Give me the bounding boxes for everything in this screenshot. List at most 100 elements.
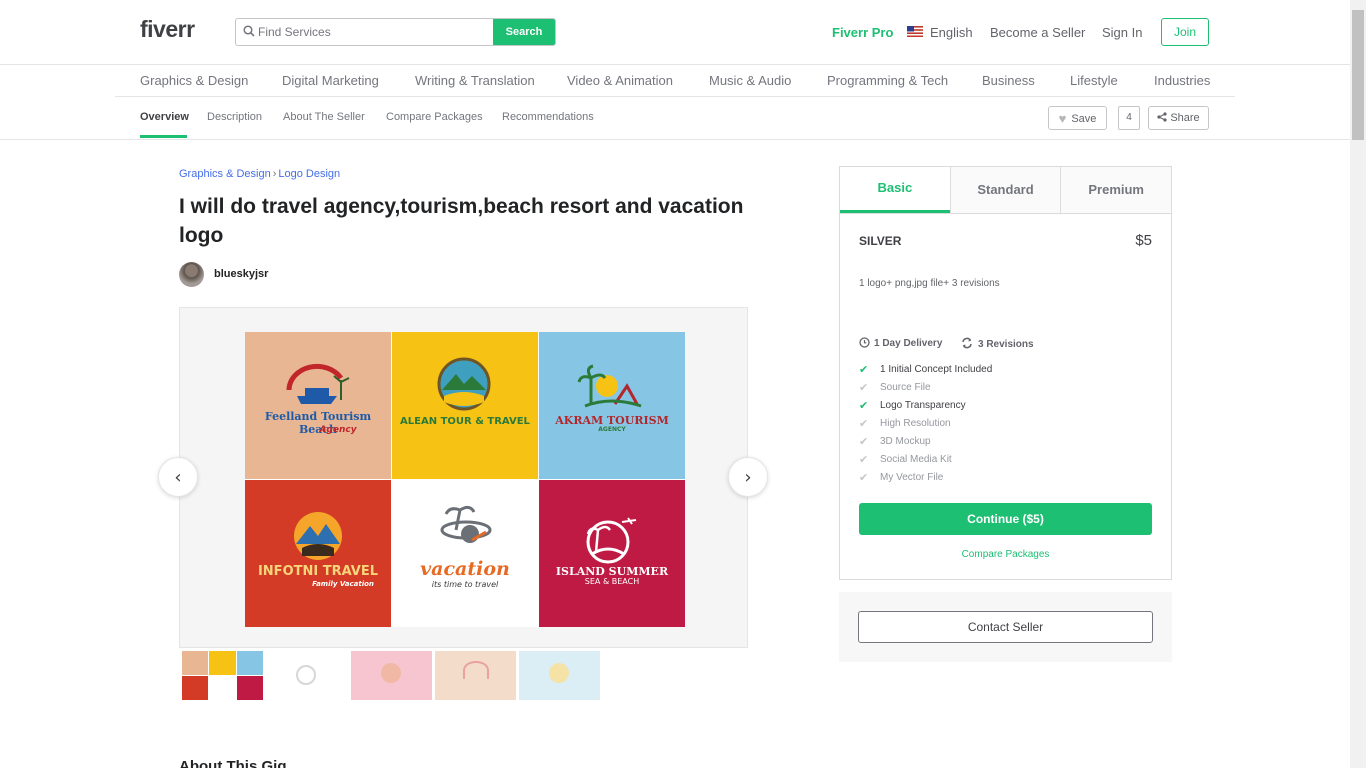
tab-recommendations[interactable]: Recommendations xyxy=(502,111,594,123)
cruise-ship-icon xyxy=(286,363,350,404)
gallery-prev-button[interactable]: ‹ xyxy=(158,457,198,497)
package-description: 1 logo+ png,jpg file+ 3 revisions xyxy=(859,278,1000,289)
page-scrollbar[interactable] xyxy=(1350,0,1366,768)
check-icon: ✔ xyxy=(859,400,869,412)
feature-item: ✔ Source File xyxy=(859,382,931,394)
mountain-sun-icon xyxy=(294,512,342,560)
mountain-badge-icon xyxy=(437,357,491,411)
sign-in-link[interactable]: Sign In xyxy=(1102,25,1142,40)
top-header: fiverr Search Fiverr Pro English Become … xyxy=(0,0,1350,65)
become-seller-link[interactable]: Become a Seller xyxy=(990,25,1085,40)
delivery-label: 1 Day Delivery xyxy=(874,338,943,349)
tab-basic[interactable]: Basic xyxy=(840,167,950,213)
logo-tile-feelland: Feelland Tourism Beach Agency xyxy=(245,332,391,479)
island-plane-icon xyxy=(440,505,492,543)
logo-tile-alean: ALEAN TOUR & TRAVEL xyxy=(392,332,538,479)
thumbnail-2[interactable] xyxy=(266,651,347,700)
feature-item: ✔ 3D Mockup xyxy=(859,436,931,448)
thumbnail-5[interactable] xyxy=(519,651,600,700)
check-icon: ✔ xyxy=(859,364,869,376)
logo-akram-sub: AGENCY xyxy=(598,426,626,433)
tab-overview[interactable]: Overview xyxy=(140,111,189,123)
category-business[interactable]: Business xyxy=(982,73,1035,88)
seller-avatar[interactable] xyxy=(179,262,204,287)
save-label: Save xyxy=(1071,112,1097,125)
category-programming-tech[interactable]: Programming & Tech xyxy=(827,73,948,88)
logo-tile-infotni: INFOTNI TRAVEL Family Vacation xyxy=(245,480,391,627)
compare-packages-link[interactable]: Compare Packages xyxy=(840,549,1171,560)
logo-tile-akram: AKRAM TOURISM AGENCY xyxy=(539,332,685,479)
tab-about-seller[interactable]: About The Seller xyxy=(283,111,365,123)
logo-alean-title: ALEAN TOUR & TRAVEL xyxy=(400,416,530,427)
contact-seller-button[interactable]: Contact Seller xyxy=(858,611,1153,643)
palm-beach-icon xyxy=(577,364,642,408)
seller-name[interactable]: blueskyjsr xyxy=(214,268,268,280)
category-video-animation[interactable]: Video & Animation xyxy=(567,73,673,88)
chevron-left-icon: ‹ xyxy=(174,466,182,488)
save-button[interactable]: ♥ Save xyxy=(1048,106,1107,130)
logo-vacation-title: vacation xyxy=(420,558,510,580)
active-tab-indicator xyxy=(140,135,187,138)
tab-premium[interactable]: Premium xyxy=(1060,167,1172,213)
package-tabs: Basic Standard Premium xyxy=(840,167,1172,214)
feature-item: ✔ Logo Transparency xyxy=(859,400,966,412)
gig-title: I will do travel agency,tourism,beach re… xyxy=(179,195,744,247)
delivery-time: 1 Day Delivery xyxy=(859,337,942,349)
feature-item: ✔ High Resolution xyxy=(859,418,951,430)
search-bar: Search xyxy=(235,18,556,46)
thumbnail-1[interactable] xyxy=(182,651,263,700)
check-icon: ✔ xyxy=(859,472,869,484)
beach-wave-icon xyxy=(586,517,637,564)
share-icon xyxy=(1157,112,1167,122)
logo-vacation-sub: its time to travel xyxy=(431,580,499,589)
package-panel: Basic Standard Premium SILVER $5 1 logo+… xyxy=(839,166,1172,580)
chevron-right-icon: › xyxy=(744,466,752,488)
feature-item: ✔ My Vector File xyxy=(859,472,944,484)
share-label: Share xyxy=(1170,112,1200,124)
us-flag-icon xyxy=(907,26,923,37)
category-industries[interactable]: Industries xyxy=(1154,73,1210,88)
logo-tile-island: ISLAND SUMMER SEA & BEACH xyxy=(539,480,685,627)
feature-item: ✔ Social Media Kit xyxy=(859,454,952,466)
thumbnail-4[interactable] xyxy=(435,651,516,700)
breadcrumb-graphics-design[interactable]: Graphics & Design xyxy=(179,168,271,180)
tab-standard[interactable]: Standard xyxy=(949,167,1061,213)
category-music-audio[interactable]: Music & Audio xyxy=(709,73,791,88)
category-digital-marketing[interactable]: Digital Marketing xyxy=(282,73,379,88)
tab-compare-packages[interactable]: Compare Packages xyxy=(386,111,483,123)
scrollbar-thumb[interactable] xyxy=(1352,10,1364,140)
tab-description[interactable]: Description xyxy=(207,111,262,123)
gallery-main-image: Feelland Tourism Beach Agency ALEAN TOUR… xyxy=(245,332,685,627)
breadcrumb-separator: › xyxy=(272,168,277,180)
fiverr-logo[interactable]: fiverr xyxy=(140,16,195,43)
logo-feelland-sub: Agency xyxy=(319,425,357,435)
check-icon: ✔ xyxy=(859,418,869,430)
logo-tile-vacation: vacation its time to travel xyxy=(392,480,538,627)
breadcrumb: Graphics & Design › Logo Design xyxy=(179,168,340,180)
gig-gallery: Feelland Tourism Beach Agency ALEAN TOUR… xyxy=(179,307,748,648)
heart-icon: ♥ xyxy=(1058,110,1067,126)
gig-subnav: Overview Description About The Seller Co… xyxy=(0,97,1350,140)
package-price: $5 xyxy=(1135,232,1152,249)
check-icon: ✔ xyxy=(859,454,869,466)
check-icon: ✔ xyxy=(859,436,869,448)
category-lifestyle[interactable]: Lifestyle xyxy=(1070,73,1118,88)
fiverr-pro-link[interactable]: Fiverr Pro xyxy=(832,25,893,40)
package-name: SILVER xyxy=(859,234,902,248)
breadcrumb-logo-design[interactable]: Logo Design xyxy=(278,168,340,180)
category-graphics-design[interactable]: Graphics & Design xyxy=(140,73,248,88)
revisions-count: 3 Revisions xyxy=(961,337,1034,350)
search-input[interactable] xyxy=(258,19,494,45)
join-button[interactable]: Join xyxy=(1161,18,1209,46)
search-button[interactable]: Search xyxy=(493,19,555,45)
contact-seller-box: Contact Seller xyxy=(839,592,1172,662)
check-icon: ✔ xyxy=(859,382,869,394)
gallery-next-button[interactable]: › xyxy=(728,457,768,497)
share-button[interactable]: Share xyxy=(1148,106,1209,130)
thumbnail-3[interactable] xyxy=(351,651,432,700)
logo-infotni-sub: Family Vacation xyxy=(312,580,374,588)
language-selector[interactable]: English xyxy=(930,25,973,40)
continue-button[interactable]: Continue ($5) xyxy=(859,503,1152,535)
category-writing-translation[interactable]: Writing & Translation xyxy=(415,73,535,88)
about-gig-heading: About This Gig xyxy=(179,758,287,768)
